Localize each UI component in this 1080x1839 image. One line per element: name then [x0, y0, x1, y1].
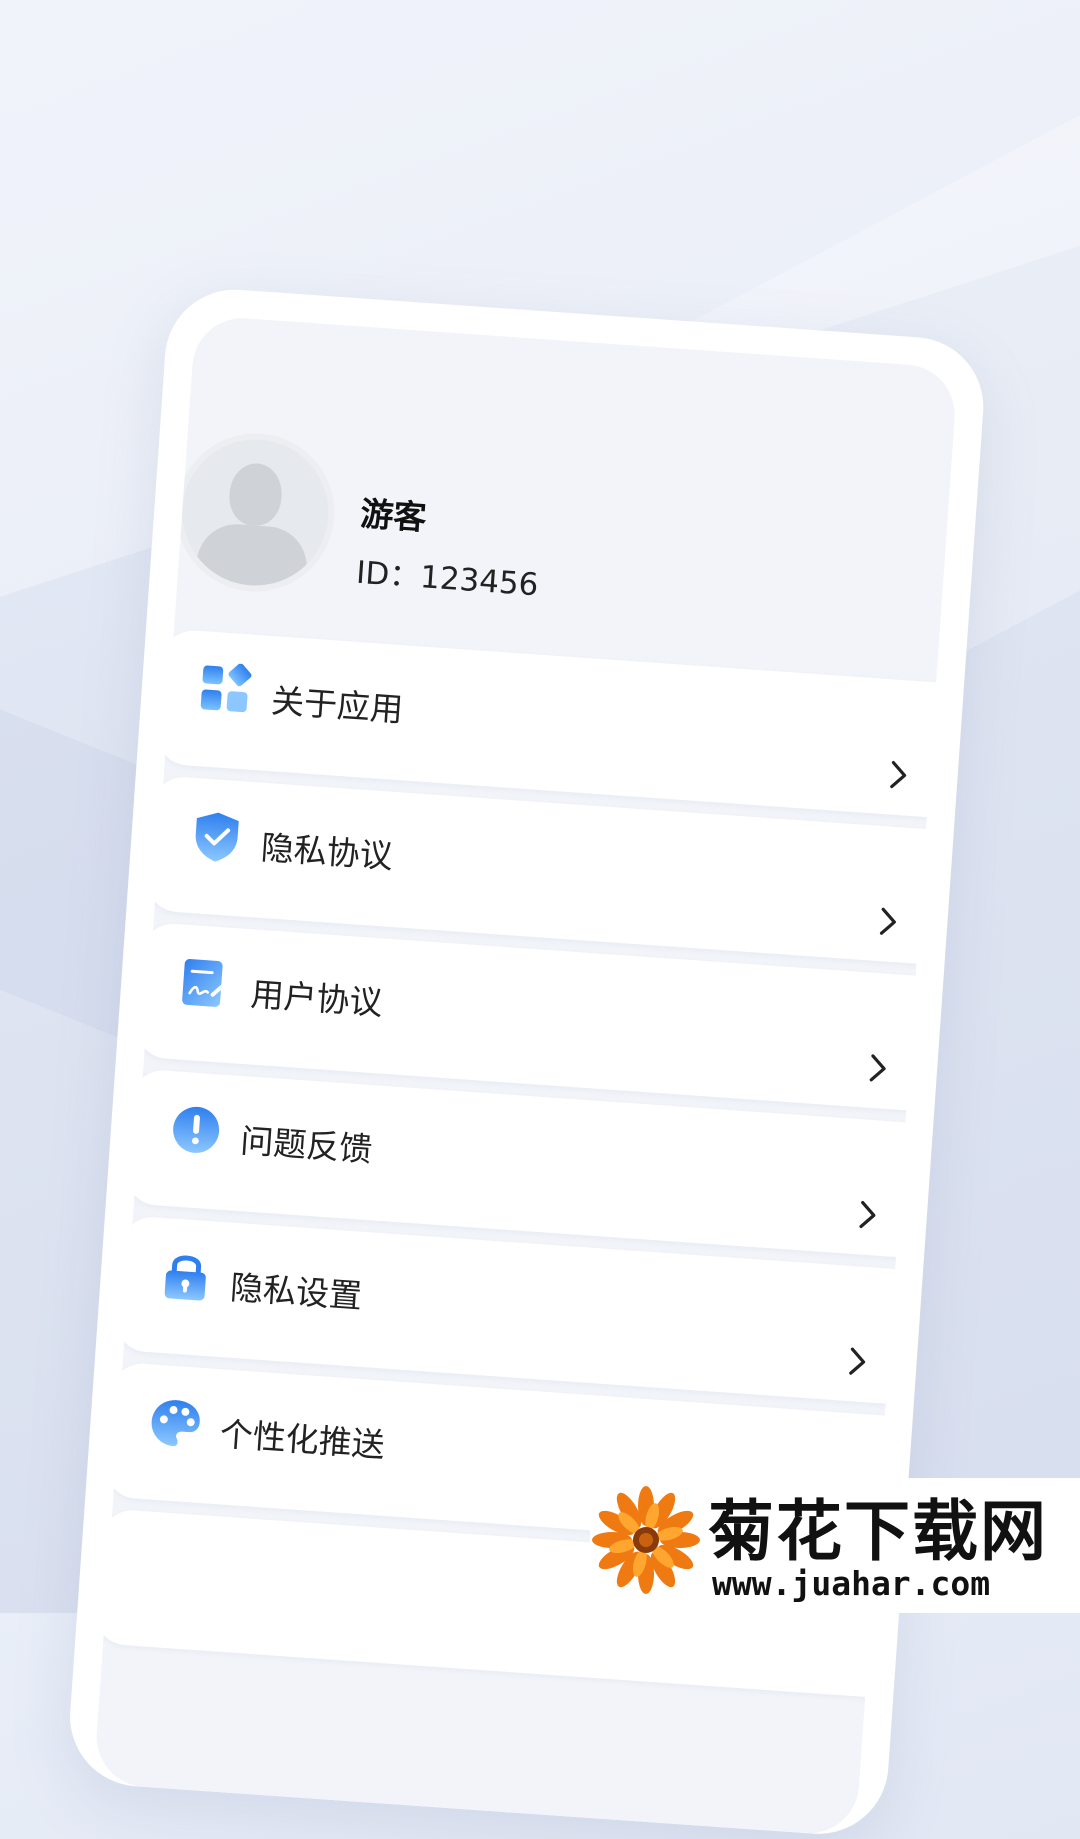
flower-logo-icon [592, 1486, 700, 1594]
chevron-right-icon [869, 1054, 886, 1082]
watermark-title: 菊花下载网 [708, 1493, 1048, 1570]
watermark-url: www.juahar.com [712, 1564, 991, 1603]
menu-item-label: 用户协议 [249, 974, 384, 1023]
chevron-right-icon [849, 1347, 866, 1375]
menu-item-label: 隐私协议 [259, 827, 395, 876]
document-sign-icon [182, 959, 232, 1007]
menu-item-label: 个性化推送 [218, 1414, 386, 1465]
user-id: ID：123456 [355, 547, 540, 605]
menu-item-label: 关于应用 [269, 681, 405, 730]
avatar-body [193, 521, 310, 591]
shield-check-icon [195, 812, 239, 862]
username: 游客 [359, 493, 428, 538]
avatar[interactable] [177, 434, 334, 591]
user-id-label: ID： [355, 554, 422, 596]
user-id-value: 123456 [418, 559, 540, 604]
chevron-right-icon [890, 761, 907, 789]
watermark: 菊花下载网 www.juahar.com [590, 1478, 1080, 1613]
apps-icon [200, 663, 252, 713]
chevron-right-icon [879, 907, 896, 935]
palette-icon [151, 1400, 200, 1447]
user-header: 游客 ID：123456 [177, 375, 954, 603]
avatar-head [227, 461, 284, 528]
menu-item-label: 问题反馈 [239, 1121, 374, 1170]
exclamation-icon [173, 1106, 220, 1153]
chevron-right-icon [859, 1200, 876, 1229]
menu-item-label: 隐私设置 [228, 1267, 364, 1316]
lock-icon [164, 1255, 206, 1301]
